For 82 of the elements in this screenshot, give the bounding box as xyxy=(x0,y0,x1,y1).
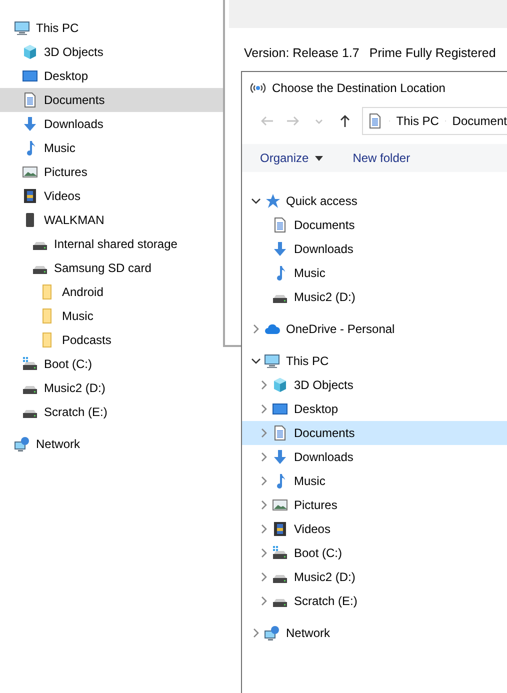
tree-item[interactable]: Music xyxy=(242,261,507,285)
drive-icon xyxy=(22,356,38,372)
chevron-right-icon[interactable] xyxy=(259,524,269,534)
film-icon xyxy=(22,188,38,204)
tree-item[interactable]: OneDrive - Personal xyxy=(242,317,507,341)
star-icon xyxy=(264,193,280,209)
tree-item[interactable]: Podcasts xyxy=(0,328,223,352)
tree-item[interactable]: Quick access xyxy=(242,189,507,213)
tree-item[interactable]: Music2 (D:) xyxy=(242,285,507,309)
tree-item[interactable]: Videos xyxy=(242,517,507,541)
computer-icon xyxy=(14,20,30,36)
chevron-right-icon[interactable] xyxy=(259,452,269,462)
picture-icon xyxy=(22,164,38,180)
chevron-right-icon[interactable] xyxy=(259,380,269,390)
document-icon xyxy=(272,425,288,441)
tree-item[interactable]: Network xyxy=(0,432,223,456)
tree-item[interactable]: Documents xyxy=(242,213,507,237)
down-arrow-icon xyxy=(272,449,288,465)
tree-item[interactable]: Internal shared storage xyxy=(0,232,223,256)
tree-item[interactable]: 3D Objects xyxy=(0,40,223,64)
tree-item[interactable]: Pictures xyxy=(242,493,507,517)
chevron-down-icon[interactable] xyxy=(251,196,261,206)
chevron-right-icon[interactable] xyxy=(259,548,269,558)
breadcrumb-item[interactable]: This PC xyxy=(396,112,439,130)
tree-item[interactable]: Desktop xyxy=(0,64,223,88)
tree-item[interactable]: Documents xyxy=(0,88,223,112)
chevron-right-icon[interactable] xyxy=(251,628,261,638)
up-arrow-icon[interactable] xyxy=(338,114,352,128)
document-icon xyxy=(367,113,383,129)
tree-item[interactable]: Scratch (E:) xyxy=(0,400,223,424)
tree-item[interactable]: Documents xyxy=(242,421,507,445)
document-icon xyxy=(272,217,288,233)
down-arrow-icon xyxy=(22,116,38,132)
broadcast-icon xyxy=(250,82,266,94)
drive-icon xyxy=(272,545,288,561)
tree-item[interactable]: WALKMAN xyxy=(0,208,223,232)
breadcrumb-item[interactable]: Document xyxy=(452,112,507,130)
tree-item[interactable]: Boot (C:) xyxy=(242,541,507,565)
cube-icon xyxy=(22,44,38,60)
tree-item[interactable]: Music xyxy=(242,469,507,493)
picture-icon xyxy=(272,497,288,513)
tree-item[interactable]: Downloads xyxy=(0,112,223,136)
chevron-right-icon[interactable] xyxy=(259,404,269,414)
license-text: Prime Fully Registered xyxy=(369,45,496,62)
down-arrow-icon xyxy=(272,241,288,257)
cube-icon xyxy=(272,377,288,393)
toolbar-button[interactable]: New folder xyxy=(352,149,410,167)
chevron-right-icon[interactable] xyxy=(259,428,269,438)
toolbar-button[interactable]: Organize xyxy=(260,149,323,167)
tree-item[interactable]: Android xyxy=(0,280,223,304)
chevron-right-icon[interactable] xyxy=(259,500,269,510)
chevron-right-icon[interactable] xyxy=(259,572,269,582)
computer-icon xyxy=(264,353,280,369)
film-icon xyxy=(272,521,288,537)
tree-item[interactable]: Music2 (D:) xyxy=(0,376,223,400)
network-icon xyxy=(264,625,280,641)
tree-item[interactable]: Desktop xyxy=(242,397,507,421)
tree-item[interactable]: Music2 (D:) xyxy=(242,565,507,589)
dialog-title: Choose the Destination Location xyxy=(272,80,446,97)
tree-item[interactable]: Network xyxy=(242,621,507,645)
tree-item[interactable]: Music xyxy=(0,304,223,328)
tree-item[interactable]: Music xyxy=(0,136,223,160)
tree-item[interactable]: 3D Objects xyxy=(242,373,507,397)
chevron-right-icon[interactable] xyxy=(259,596,269,606)
tree-item[interactable]: Downloads xyxy=(242,237,507,261)
tree-item[interactable]: This PC xyxy=(0,16,223,40)
address-bar[interactable]: This PC Document xyxy=(362,107,507,135)
monitor-icon xyxy=(22,68,38,84)
tree-item[interactable]: Videos xyxy=(0,184,223,208)
tree-item[interactable]: Samsung SD card xyxy=(0,256,223,280)
chevron-down-icon[interactable] xyxy=(251,356,261,366)
document-icon xyxy=(22,92,38,108)
monitor-icon xyxy=(272,401,288,417)
tree-item[interactable]: Pictures xyxy=(0,160,223,184)
tree-item[interactable]: Scratch (E:) xyxy=(242,589,507,613)
chevron-right-icon[interactable] xyxy=(259,476,269,486)
tree-item[interactable]: This PC xyxy=(242,349,507,373)
version-text: Version: Release 1.7 xyxy=(244,45,360,62)
network-icon xyxy=(14,436,30,452)
tree-item[interactable]: Downloads xyxy=(242,445,507,469)
chevron-right-icon[interactable] xyxy=(251,324,261,334)
tree-item[interactable]: Boot (C:) xyxy=(0,352,223,376)
